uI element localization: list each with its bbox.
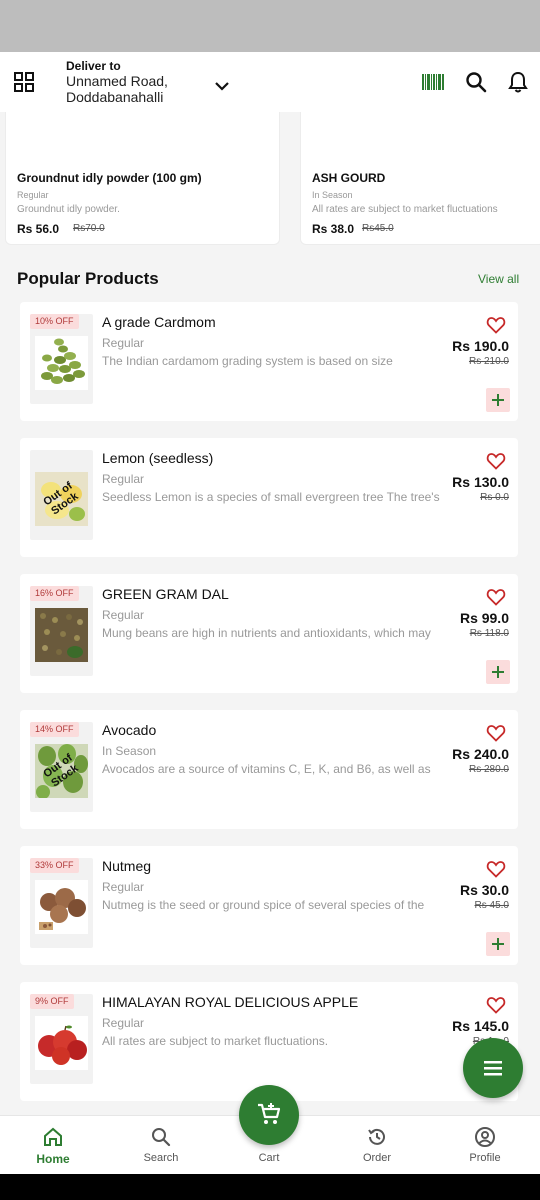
product-name: GREEN GRAM DAL [102,586,229,602]
system-navigation-bar [0,1174,540,1200]
product-card[interactable]: 16% OFF GREEN GRAM DAL Regular Mung bean… [20,574,518,693]
app-bar: Deliver to Unnamed Road, Doddabanahalli [0,52,540,112]
wishlist-heart-icon[interactable] [486,588,506,606]
product-description: Avocados are a source of vitamins C, E, … [102,762,431,776]
notification-bell-icon[interactable] [508,71,528,93]
product-old-price: Rs45.0 [362,223,394,234]
wishlist-heart-icon[interactable] [486,316,506,334]
product-category: Regular [17,190,49,200]
wishlist-heart-icon[interactable] [486,860,506,878]
product-category: Regular [102,472,145,486]
discount-badge: 9% OFF [30,994,74,1009]
product-old-price: Rs 118.0 [469,628,509,639]
featured-product-card[interactable]: Groundnut idly powder (100 gm) Regular G… [5,112,280,245]
product-card[interactable]: 9% OFF HIMALAYAN ROYAL DELICIOUS APPLE R… [20,982,518,1101]
nav-home[interactable]: Home [13,1116,93,1175]
discount-badge: 10% OFF [30,314,79,329]
featured-product-card[interactable]: ASH GOURD In Season All rates are subjec… [300,112,540,245]
chevron-down-icon[interactable] [214,80,230,92]
product-price: Rs 240.0 [452,746,509,762]
home-icon [44,1127,62,1146]
product-price: Rs 99.0 [459,610,509,626]
address-line-1: Unnamed Road, [66,73,168,89]
menu-fab-button[interactable] [463,1038,523,1098]
product-description: Nutmeg is the seed or ground spice of se… [102,898,425,912]
product-name: Groundnut idly powder (100 gm) [17,171,202,185]
product-old-price: Rs70.0 [73,223,105,234]
product-category: Regular [102,880,145,894]
popular-products-title: Popular Products [17,269,159,288]
product-category: In Season [312,190,353,200]
product-description: All rates are subject to market fluctuat… [102,1034,329,1048]
product-description: Mung beans are high in nutrients and ant… [102,626,431,640]
product-name: Nutmeg [102,858,152,874]
product-old-price: Rs 0.0 [480,492,509,503]
search-icon[interactable] [465,71,487,93]
discount-badge: 14% OFF [30,722,79,737]
nav-home-label: Home [36,1152,70,1166]
lemon-image: Out of Stock [30,450,93,540]
product-old-price: Rs 45.0 [474,900,509,911]
product-price: Rs 145.0 [452,1018,509,1034]
product-name: Lemon (seedless) [102,450,214,466]
product-card[interactable]: Out of Stock 14% OFF Avocado In Season A… [20,710,518,829]
product-description: Seedless Lemon is a species of small eve… [102,490,440,504]
product-price: Rs 56.0 [17,222,60,236]
wishlist-heart-icon[interactable] [486,996,506,1014]
add-to-cart-icon [258,1103,281,1124]
nav-profile[interactable]: Profile [445,1116,525,1175]
nav-search-label: Search [143,1152,179,1164]
product-price: Rs 38.0 [312,222,355,236]
product-name: A grade Cardmom [102,314,216,330]
barcode-scan-icon[interactable] [422,74,444,90]
product-name: HIMALAYAN ROYAL DELICIOUS APPLE [102,994,359,1010]
profile-icon [475,1127,495,1147]
product-description: The Indian cardamom grading system is ba… [102,354,393,368]
product-card[interactable]: 10% OFF A grade Cardmom Regular The Indi… [20,302,518,421]
add-to-cart-button[interactable] [486,932,510,956]
product-old-price: Rs 280.0 [468,764,509,775]
history-icon [368,1128,385,1145]
cart-fab-button[interactable] [239,1085,299,1145]
view-all-link[interactable]: View all [478,272,519,286]
product-card[interactable]: 33% OFF Nutmeg Regular Nutmeg is the see… [20,846,518,965]
status-bar [0,0,540,52]
product-price: Rs 30.0 [459,882,509,898]
menu-lines-icon [484,1061,502,1076]
product-name: Avocado [102,722,157,738]
product-description: All rates are subject to market fluctuat… [312,204,498,215]
nav-order-label: Order [362,1152,392,1164]
search-icon [152,1128,171,1147]
grid-menu-icon[interactable] [14,72,34,92]
delivery-address[interactable]: Deliver to Unnamed Road, Doddabanahalli [66,59,168,105]
discount-badge: 16% OFF [30,586,79,601]
add-to-cart-button[interactable] [486,388,510,412]
product-category: Regular [102,608,145,622]
product-price: Rs 130.0 [452,474,509,490]
nav-profile-label: Profile [469,1152,501,1164]
nav-search[interactable]: Search [121,1116,201,1175]
add-to-cart-button[interactable] [486,660,510,684]
discount-badge: 33% OFF [30,858,79,873]
home-content[interactable]: Groundnut idly powder (100 gm) Regular G… [0,112,540,1115]
nav-cart-label: Cart [258,1152,280,1164]
product-description: Groundnut idly powder. [17,204,120,215]
wishlist-heart-icon[interactable] [486,452,506,470]
product-name: ASH GOURD [312,171,386,185]
deliver-to-label: Deliver to [66,59,121,73]
product-category: In Season [102,744,157,758]
product-card[interactable]: Out of Stock Lemon (seedless) Regular Se… [20,438,518,557]
wishlist-heart-icon[interactable] [486,724,506,742]
product-old-price: Rs 210.0 [468,356,509,367]
nav-order[interactable]: Order [337,1116,417,1175]
product-category: Regular [102,1016,145,1030]
product-price: Rs 190.0 [452,338,509,354]
product-category: Regular [102,336,145,350]
address-line-2: Doddabanahalli [66,89,164,105]
